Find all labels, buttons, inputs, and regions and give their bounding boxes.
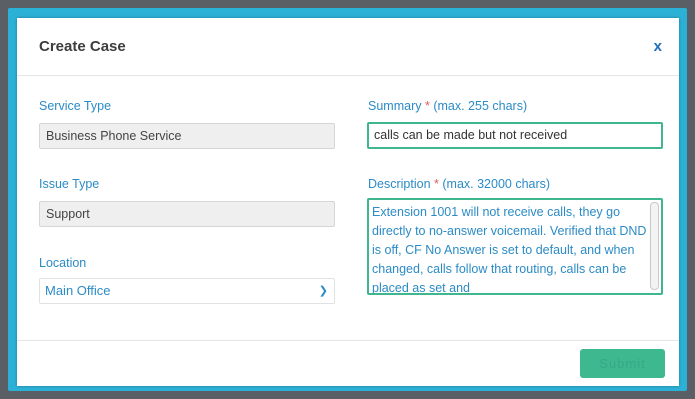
- service-type-label: Service Type: [39, 99, 112, 113]
- description-label-text: Description: [368, 177, 431, 191]
- modal-header: Create Case x: [17, 18, 679, 76]
- required-mark: *: [424, 99, 430, 113]
- summary-hint: (max. 255 chars): [433, 99, 528, 113]
- description-text: Extension 1001 will not receive calls, t…: [372, 205, 647, 295]
- description-label: Description * (max. 32000 chars): [368, 177, 550, 191]
- required-mark: *: [434, 177, 439, 191]
- issue-type-label: Issue Type: [39, 177, 100, 191]
- issue-type-field: Support: [39, 201, 335, 227]
- close-button[interactable]: x: [654, 38, 662, 55]
- location-value: Main Office: [45, 283, 111, 298]
- description-scrollbar[interactable]: [650, 202, 659, 290]
- chevron-down-icon: ❯: [318, 285, 328, 297]
- modal-title: Create Case: [39, 38, 126, 55]
- description-textarea[interactable]: Extension 1001 will not receive calls, t…: [367, 198, 663, 295]
- modal-footer: Submit: [17, 340, 679, 387]
- summary-label-text: Summary: [368, 99, 422, 113]
- location-label: Location: [39, 256, 87, 270]
- summary-label: Summary * (max. 255 chars): [368, 99, 527, 113]
- service-type-field: Business Phone Service: [39, 123, 335, 149]
- submit-button[interactable]: Submit: [580, 349, 665, 378]
- location-select[interactable]: Main Office ❯: [39, 278, 335, 304]
- create-case-modal: Create Case x Service Type Business Phon…: [17, 18, 679, 386]
- description-hint: (max. 32000 chars): [442, 177, 551, 191]
- summary-input[interactable]: calls can be made but not received: [367, 122, 663, 149]
